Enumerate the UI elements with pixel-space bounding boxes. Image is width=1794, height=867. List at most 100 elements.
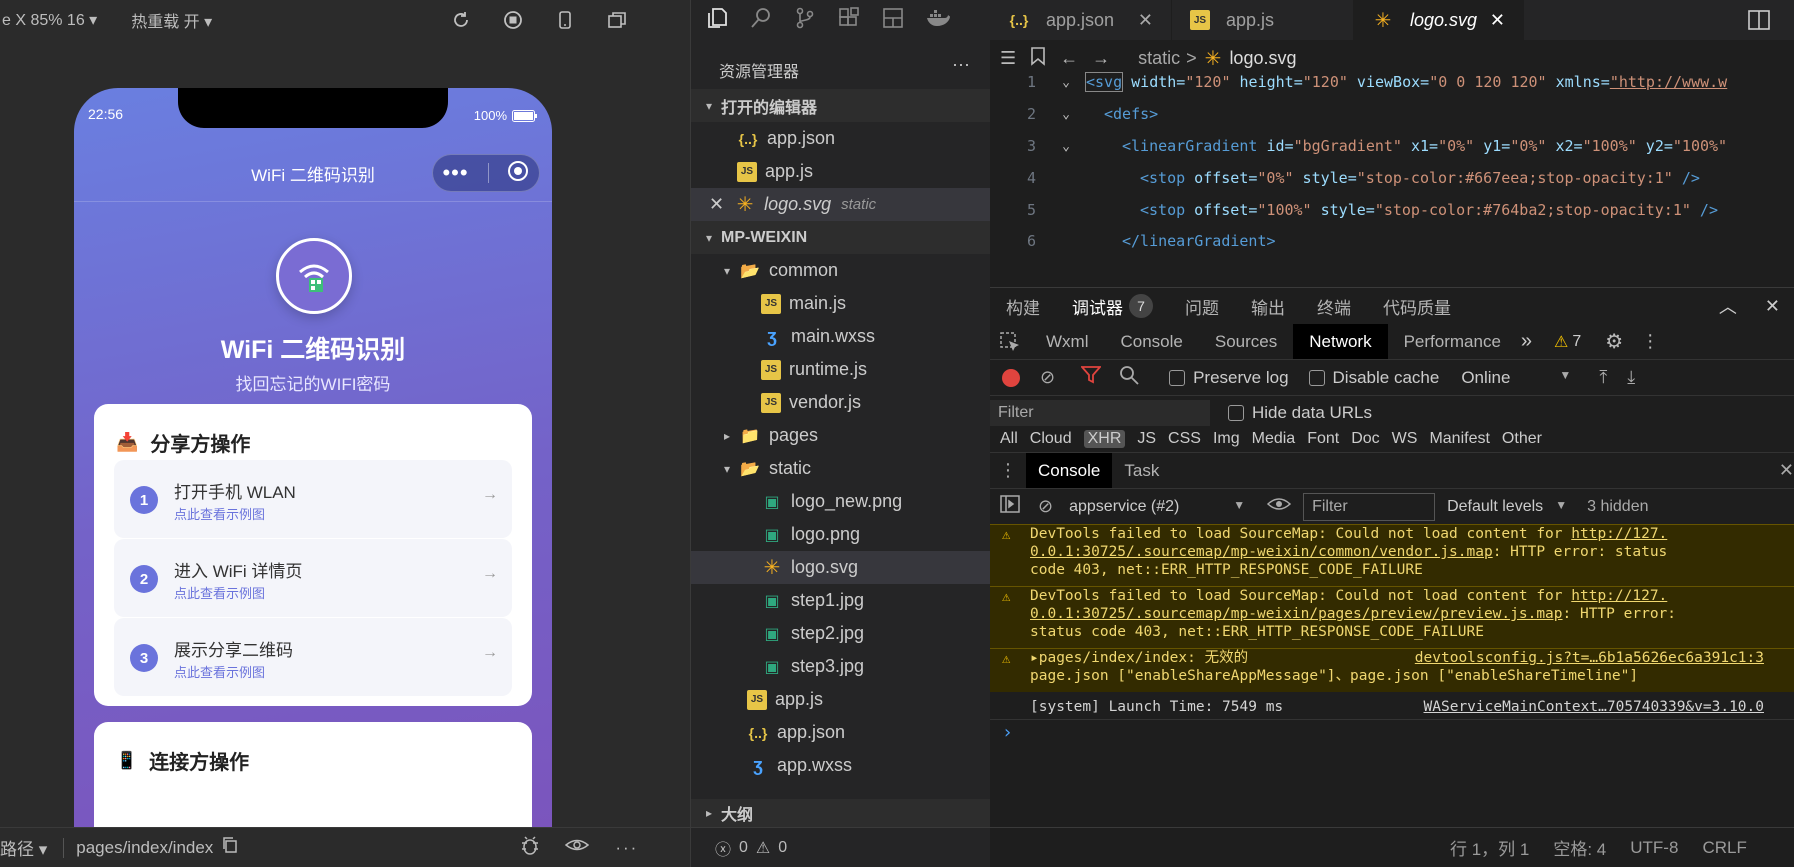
tab-code-quality[interactable]: 代码质量 <box>1367 288 1467 324</box>
chevron-up-icon[interactable]: ︿ <box>1719 293 1737 319</box>
sourcemap-link[interactable]: http://127. <box>1571 588 1667 604</box>
type-filter-font[interactable]: Font <box>1307 430 1339 448</box>
tab-wxml[interactable]: Wxml <box>1030 324 1104 359</box>
tab-issues[interactable]: 问题 <box>1169 288 1235 324</box>
fold-chevron-icon[interactable]: ⌄ <box>1046 139 1086 154</box>
warning-count[interactable]: 7 <box>1572 333 1581 351</box>
refresh-icon[interactable] <box>450 9 472 31</box>
sourcemap-link[interactable]: 0.0.1:30725/.sourcemap/mp-weixin/pages/p… <box>1030 606 1563 622</box>
live-expression-eye-icon[interactable] <box>1266 496 1292 517</box>
download-icon[interactable]: ⤓ <box>1627 367 1635 388</box>
console-prompt[interactable]: › <box>990 724 1794 748</box>
log-levels-select[interactable]: Default levels ▼ <box>1447 498 1567 516</box>
files-icon[interactable] <box>705 6 729 35</box>
tree-item-folder[interactable]: ▸ 📁 pages <box>691 419 991 452</box>
preserve-log-checkbox[interactable]: Preserve log <box>1169 368 1289 388</box>
close-icon[interactable]: ✕ <box>1490 10 1505 31</box>
hot-reload-toggle[interactable]: 热重载 开 ▾ <box>131 8 212 32</box>
tree-item-file[interactable]: ▣ step1.jpg <box>691 584 991 617</box>
close-icon[interactable]: ✕ <box>1779 460 1794 481</box>
path-selector[interactable]: 路径 ▾ <box>0 835 47 860</box>
type-filter-media[interactable]: Media <box>1252 430 1296 448</box>
record-icon[interactable] <box>1002 368 1020 387</box>
tree-item-folder[interactable]: ▾ 📂 common <box>691 254 991 287</box>
sidebar-toggle-icon[interactable] <box>1000 495 1020 518</box>
open-editor-item[interactable]: JS app.js <box>691 155 991 188</box>
device-selector[interactable]: e X 85% 16 ▾ <box>0 10 97 30</box>
tree-item-file[interactable]: {..} app.json <box>691 716 991 749</box>
file-encoding[interactable]: UTF-8 <box>1630 838 1678 858</box>
tree-item-file[interactable]: ✳ logo.svg <box>691 551 991 584</box>
step-example-link[interactable]: 点此查看示例图 <box>174 662 265 681</box>
console-filter-input[interactable]: Filter <box>1303 492 1436 521</box>
tab-logo-svg[interactable]: ✳ logo.svg ✕ <box>1354 0 1524 40</box>
tree-item-file[interactable]: ▣ step2.jpg <box>691 617 991 650</box>
detach-window-icon[interactable] <box>606 9 628 31</box>
sourcemap-link[interactable]: 0.0.1:30725/.sourcemap/mp-weixin/common/… <box>1030 544 1493 560</box>
clear-console-icon[interactable]: ⊘ <box>1038 496 1053 517</box>
tab-drawer-task[interactable]: Task <box>1112 453 1171 488</box>
open-editor-item[interactable]: ✕ ✳ logo.svg static <box>691 188 991 221</box>
code-line[interactable]: 1 ⌄ <svg width= "120" height= "120" view… <box>990 66 1794 98</box>
network-filter-input[interactable]: Filter <box>990 400 1210 426</box>
tab-debugger[interactable]: 调试器 7 <box>1056 288 1169 324</box>
type-filter-manifest[interactable]: Manifest <box>1429 430 1489 448</box>
clear-icon[interactable]: ⊘ <box>1040 367 1055 388</box>
docker-icon[interactable] <box>925 6 951 35</box>
bug-icon[interactable] <box>519 834 541 861</box>
tree-item-file[interactable]: JS main.js <box>691 287 991 320</box>
type-filter-css[interactable]: CSS <box>1168 430 1201 448</box>
sourcemap-link[interactable]: http://127. <box>1571 526 1667 542</box>
eye-icon[interactable] <box>565 836 590 859</box>
close-icon[interactable]: ✕ <box>1765 296 1780 317</box>
type-filter-other[interactable]: Other <box>1502 430 1542 448</box>
source-control-icon[interactable] <box>793 6 817 35</box>
kebab-menu-icon[interactable]: ⋮ <box>1641 331 1659 352</box>
more-icon[interactable]: ··· <box>952 54 970 75</box>
extensions-icon[interactable] <box>837 6 861 35</box>
type-filter-cloud[interactable]: Cloud <box>1030 430 1072 448</box>
search-icon[interactable] <box>1119 365 1139 390</box>
step-item[interactable]: 2 进入 WiFi 详情页 点此查看示例图 → <box>114 539 512 617</box>
upload-icon[interactable]: ⤒ <box>1599 367 1607 388</box>
type-filter-all[interactable]: All <box>1000 430 1018 448</box>
close-icon[interactable]: ✕ <box>709 194 724 215</box>
search-icon[interactable] <box>749 6 773 35</box>
tab-sources[interactable]: Sources <box>1199 324 1293 359</box>
layout-icon[interactable] <box>881 6 905 35</box>
tab-output[interactable]: 输出 <box>1235 288 1301 324</box>
type-filter-js[interactable]: JS <box>1137 430 1156 448</box>
type-filter-ws[interactable]: WS <box>1392 430 1418 448</box>
type-filter-doc[interactable]: Doc <box>1351 430 1379 448</box>
hide-data-urls-checkbox[interactable]: Hide data URLs <box>1228 403 1372 423</box>
more-dots-icon[interactable]: ••• <box>442 160 468 186</box>
tab-terminal[interactable]: 终端 <box>1301 288 1367 324</box>
open-editors-header[interactable]: ▾ 打开的编辑器 <box>691 89 991 122</box>
code-line[interactable]: 4 <stop offset= "0%" style= "stop-color:… <box>990 162 1794 194</box>
more-tabs-icon[interactable]: » <box>1521 330 1532 353</box>
split-editor-icon[interactable] <box>1724 0 1794 40</box>
end-of-line[interactable]: CRLF <box>1702 838 1746 858</box>
filter-icon[interactable] <box>1080 366 1103 389</box>
step-example-link[interactable]: 点此查看示例图 <box>174 504 265 523</box>
code-line[interactable]: 5 <stop offset= "100%" style= "stop-colo… <box>990 194 1794 226</box>
step-item[interactable]: 1 打开手机 WLAN 点此查看示例图 → <box>114 460 512 538</box>
code-line[interactable]: 2 ⌄ <defs> <box>990 98 1794 130</box>
tab-performance[interactable]: Performance <box>1388 324 1517 359</box>
copy-icon[interactable] <box>221 836 239 859</box>
console-warning[interactable]: ⚠ ▸pages/index/index: 无效的 devtoolsconfig… <box>990 648 1794 692</box>
tree-item-file[interactable]: JS vendor.js <box>691 386 991 419</box>
drawer-menu-icon[interactable]: ⋮ <box>990 460 1026 481</box>
source-link[interactable]: WAServiceMainContext…705740339&v=3.10.0 <box>1424 698 1764 716</box>
inspect-element-icon[interactable] <box>990 331 1030 353</box>
problems-status[interactable]: ⓧ 0 ⚠ 0 <box>691 827 991 867</box>
tree-item-file[interactable]: JS runtime.js <box>691 353 991 386</box>
step-item[interactable]: 3 展示分享二维码 点此查看示例图 → <box>114 618 512 696</box>
context-select[interactable]: appservice (#2) ▼ <box>1069 498 1245 516</box>
tab-network[interactable]: Network <box>1293 324 1388 359</box>
indent-spaces[interactable]: 空格: 4 <box>1553 835 1606 860</box>
disable-cache-checkbox[interactable]: Disable cache <box>1308 368 1439 388</box>
fold-chevron-icon[interactable]: ⌄ <box>1046 75 1086 90</box>
tree-item-file[interactable]: ▣ step3.jpg <box>691 650 991 683</box>
tree-item-file[interactable]: ▣ logo.png <box>691 518 991 551</box>
